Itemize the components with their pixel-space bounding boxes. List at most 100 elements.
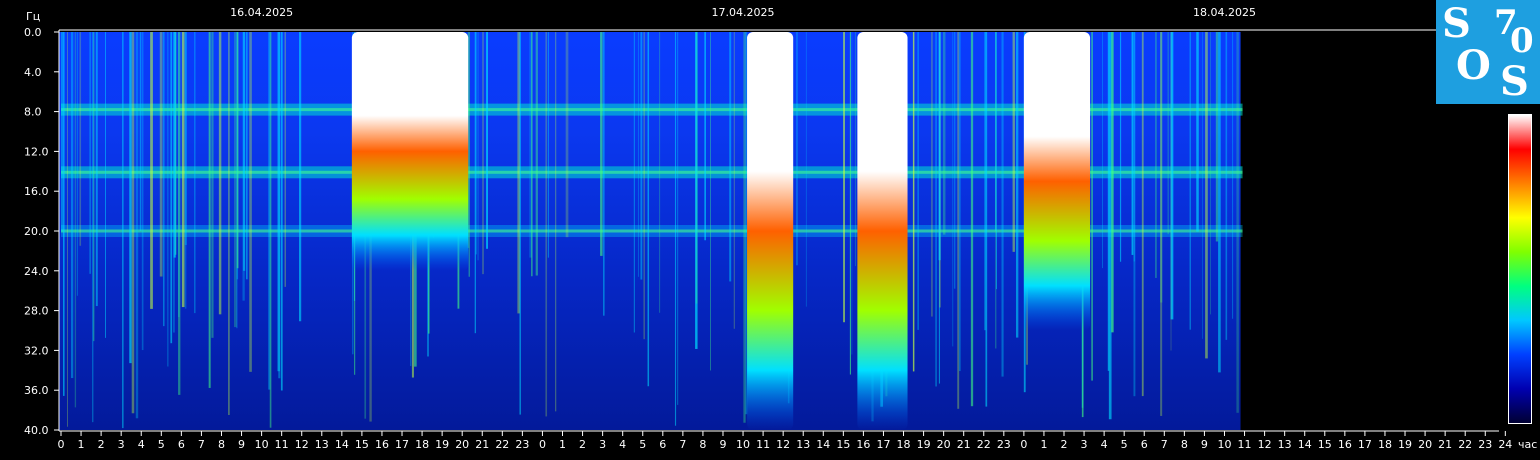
x-tick-label: 17 xyxy=(1358,438,1372,451)
streak xyxy=(122,32,124,429)
x-tick-label: 19 xyxy=(917,438,931,451)
streak xyxy=(1170,32,1172,351)
streak xyxy=(931,32,933,317)
streak xyxy=(135,32,139,419)
date-labels: 16.04.2025 17.04.2025 18.04.2025 xyxy=(230,6,1256,19)
streak xyxy=(1091,32,1093,381)
y-axis-unit: Гц xyxy=(26,10,40,23)
streak xyxy=(1160,32,1163,416)
streak xyxy=(942,32,946,235)
x-tick-label: 10 xyxy=(736,438,750,451)
streak xyxy=(482,32,484,275)
streak xyxy=(1167,32,1169,235)
streak xyxy=(805,32,807,307)
x-tick-label: 21 xyxy=(1438,438,1452,451)
streak xyxy=(1015,32,1019,338)
streak xyxy=(1225,32,1228,340)
date-label: 16.04.2025 xyxy=(230,6,293,19)
streak xyxy=(995,32,997,349)
streak xyxy=(218,32,222,315)
streak xyxy=(105,32,106,338)
x-tick-label: 6 xyxy=(659,438,666,451)
streak xyxy=(1236,32,1239,413)
streak xyxy=(640,32,643,280)
streak xyxy=(228,32,230,415)
streak xyxy=(849,32,851,375)
y-tick-label: 28.0 xyxy=(24,305,49,318)
streak xyxy=(184,32,187,246)
x-tick-label: 15 xyxy=(836,438,850,451)
streak xyxy=(531,32,533,277)
streak xyxy=(729,32,732,282)
streak xyxy=(545,32,548,417)
x-tick-label: 19 xyxy=(435,438,449,451)
x-tick-label: 0 xyxy=(539,438,546,451)
x-tick-label: 11 xyxy=(1238,438,1252,451)
streak xyxy=(1218,32,1221,373)
x-tick-label: 4 xyxy=(619,438,626,451)
streak xyxy=(970,32,974,407)
streak xyxy=(957,32,960,409)
streak xyxy=(67,32,68,427)
x-tick-label: 0 xyxy=(58,438,65,451)
x-tick-label: 4 xyxy=(1101,438,1108,451)
x-tick-label: 16 xyxy=(856,438,870,451)
streak xyxy=(1001,32,1004,377)
streak xyxy=(1232,32,1234,319)
streak xyxy=(131,32,135,414)
streak xyxy=(243,32,246,271)
streak xyxy=(996,32,997,290)
streak xyxy=(475,32,477,255)
streak xyxy=(710,32,711,371)
streak xyxy=(938,32,941,261)
streak xyxy=(647,32,650,387)
x-tick-label: 20 xyxy=(455,438,469,451)
streak xyxy=(854,32,856,267)
streak xyxy=(245,32,248,280)
logo-letter-o: O xyxy=(1456,42,1491,89)
streak xyxy=(1141,32,1144,397)
x-tick-label: 1 xyxy=(559,438,566,451)
streak xyxy=(851,32,853,355)
x-tick-label: 20 xyxy=(937,438,951,451)
streak xyxy=(178,32,181,395)
x-tick-label: 14 xyxy=(1298,438,1312,451)
sos70-logo: S 7 0 O S xyxy=(1436,0,1540,104)
x-tick-label: 0 xyxy=(1020,438,1027,451)
streak xyxy=(677,32,679,405)
x-tick-label: 7 xyxy=(198,438,205,451)
y-tick-label: 32.0 xyxy=(24,344,49,357)
x-tick-label: 5 xyxy=(158,438,165,451)
streak xyxy=(233,32,237,328)
streak xyxy=(535,32,538,276)
x-tick-label: 5 xyxy=(1121,438,1128,451)
x-tick-label: 18 xyxy=(897,438,911,451)
x-tick-label: 9 xyxy=(719,438,726,451)
streak xyxy=(565,32,569,238)
streak xyxy=(194,32,196,314)
streak xyxy=(954,32,956,289)
x-tick-label: 21 xyxy=(475,438,489,451)
streak xyxy=(843,32,845,323)
x-tick-label: 17 xyxy=(876,438,890,451)
x-tick-label: 15 xyxy=(355,438,369,451)
streak xyxy=(92,32,94,423)
x-tick-label: 16 xyxy=(1338,438,1352,451)
colorbar xyxy=(1508,114,1532,424)
streak xyxy=(61,32,63,232)
y-ticks: 0.0 4.0 8.0 12.0 16.0 20.0 24.0 28.0 32.0 36.0 40.… xyxy=(24,26,59,437)
x-tick-label: 9 xyxy=(238,438,245,451)
streak xyxy=(643,32,645,340)
x-tick-label: 16 xyxy=(375,438,389,451)
x-tick-label: 6 xyxy=(178,438,185,451)
x-tick-label: 12 xyxy=(1258,438,1272,451)
x-tick-label: 22 xyxy=(1458,438,1472,451)
streak xyxy=(141,32,144,351)
x-tick-label: 8 xyxy=(218,438,225,451)
x-tick-label: 13 xyxy=(796,438,810,451)
streak xyxy=(547,32,549,258)
streak xyxy=(486,32,488,249)
streak xyxy=(477,32,479,261)
x-tick-label: 22 xyxy=(977,438,991,451)
burst-core-0 xyxy=(363,36,457,108)
